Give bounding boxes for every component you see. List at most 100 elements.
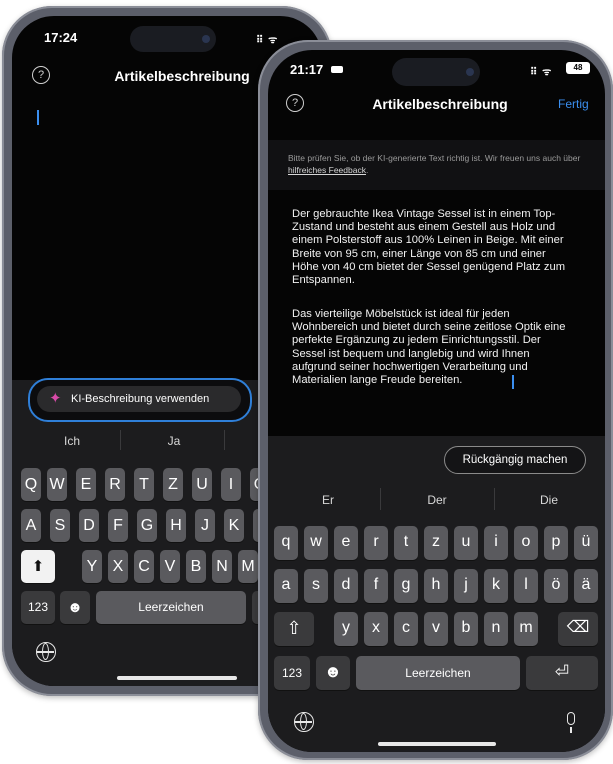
- key-ae[interactable]: ä: [574, 569, 598, 603]
- left-page-title: Artikelbeschreibung: [114, 68, 250, 84]
- key-i[interactable]: I: [221, 468, 241, 501]
- key-m[interactable]: M: [238, 550, 258, 583]
- key-a[interactable]: A: [21, 509, 41, 542]
- right-dynamic-island: [392, 58, 480, 86]
- key-d[interactable]: d: [334, 569, 358, 603]
- key-u[interactable]: u: [454, 526, 478, 560]
- key-x[interactable]: X: [108, 550, 128, 583]
- done-button[interactable]: Fertig: [558, 97, 589, 111]
- globe-icon[interactable]: [36, 642, 56, 662]
- sparkle-icon: ✦: [49, 390, 62, 407]
- key-h[interactable]: H: [166, 509, 186, 542]
- key-g[interactable]: g: [394, 569, 418, 603]
- space-key[interactable]: Leerzeichen: [96, 591, 246, 624]
- numbers-key[interactable]: 123: [274, 656, 310, 690]
- key-o[interactable]: o: [514, 526, 538, 560]
- key-b[interactable]: b: [454, 612, 478, 646]
- left-status-icons: ⠿ ᯤ: [256, 35, 279, 46]
- right-home-indicator: [378, 742, 496, 746]
- question-circle-icon[interactable]: ?: [286, 94, 304, 112]
- text-caret: [37, 110, 39, 125]
- key-c[interactable]: C: [134, 550, 154, 583]
- shift-key[interactable]: ⬆: [21, 550, 55, 583]
- text-caret: [512, 375, 514, 389]
- suggestion-der[interactable]: Der: [392, 493, 482, 507]
- key-y[interactable]: Y: [82, 550, 102, 583]
- notice-end: .: [365, 165, 369, 175]
- key-l[interactable]: l: [514, 569, 538, 603]
- key-x[interactable]: x: [364, 612, 388, 646]
- left-home-indicator: [117, 676, 237, 680]
- suggestion-ja[interactable]: Ja: [132, 434, 216, 448]
- left-status-time: 17:24: [44, 30, 78, 45]
- key-v[interactable]: V: [160, 550, 180, 583]
- key-c[interactable]: c: [394, 612, 418, 646]
- microphone-icon[interactable]: [566, 712, 576, 734]
- suggestion-die[interactable]: Die: [504, 493, 594, 507]
- right-status-icons: ⠿ ᯤ: [530, 67, 553, 78]
- emoji-key[interactable]: ☻: [60, 591, 90, 624]
- undo-button[interactable]: Rückgängig machen: [444, 446, 586, 474]
- key-h[interactable]: h: [424, 569, 448, 603]
- key-y[interactable]: y: [334, 612, 358, 646]
- key-w[interactable]: w: [304, 526, 328, 560]
- key-u[interactable]: U: [192, 468, 212, 501]
- description-paragraph-2[interactable]: Das vierteilige Möbelstück ist ideal für…: [292, 308, 574, 387]
- key-f[interactable]: f: [364, 569, 388, 603]
- key-z[interactable]: Z: [163, 468, 183, 501]
- left-dynamic-island: [130, 26, 216, 52]
- globe-icon[interactable]: [294, 712, 314, 732]
- shift-key[interactable]: ⇧: [274, 612, 314, 646]
- space-key[interactable]: Leerzeichen: [356, 656, 520, 690]
- suggestion-ich[interactable]: Ich: [32, 434, 112, 448]
- key-f[interactable]: F: [108, 509, 128, 542]
- key-k[interactable]: K: [224, 509, 244, 542]
- key-d[interactable]: D: [79, 509, 99, 542]
- key-s[interactable]: S: [50, 509, 70, 542]
- key-ue[interactable]: ü: [574, 526, 598, 560]
- numbers-key[interactable]: 123: [21, 591, 55, 624]
- description-paragraph-1[interactable]: Der gebrauchte Ikea Vintage Sessel ist i…: [292, 208, 574, 287]
- suggestion-divider: [224, 430, 225, 450]
- key-t[interactable]: T: [134, 468, 154, 501]
- battery-icon: 48: [566, 62, 590, 74]
- key-i[interactable]: i: [484, 526, 508, 560]
- ai-description-highlight: ✦ KI-Beschreibung verwenden: [28, 378, 252, 422]
- key-r[interactable]: r: [364, 526, 388, 560]
- key-a[interactable]: a: [274, 569, 298, 603]
- suggestion-divider: [120, 430, 121, 450]
- notice-text: Bitte prüfen Sie, ob der KI-generierte T…: [288, 153, 581, 163]
- key-p[interactable]: p: [544, 526, 568, 560]
- key-k[interactable]: k: [484, 569, 508, 603]
- key-n[interactable]: N: [212, 550, 232, 583]
- key-z[interactable]: z: [424, 526, 448, 560]
- key-j[interactable]: j: [454, 569, 478, 603]
- ai-notice-text: Bitte prüfen Sie, ob der KI-generierte T…: [288, 152, 588, 176]
- key-oe[interactable]: ö: [544, 569, 568, 603]
- key-m[interactable]: m: [514, 612, 538, 646]
- key-q[interactable]: Q: [21, 468, 41, 501]
- key-t[interactable]: t: [394, 526, 418, 560]
- key-n[interactable]: n: [484, 612, 508, 646]
- key-v[interactable]: v: [424, 612, 448, 646]
- key-j[interactable]: J: [195, 509, 215, 542]
- key-e[interactable]: e: [334, 526, 358, 560]
- ai-description-button[interactable]: ✦ KI-Beschreibung verwenden: [37, 386, 241, 412]
- right-status-time: 21:17: [290, 62, 324, 77]
- right-page-title: Artikelbeschreibung: [372, 96, 508, 112]
- key-b[interactable]: B: [186, 550, 206, 583]
- suggestion-divider: [494, 488, 495, 510]
- backspace-key[interactable]: ⌫: [558, 612, 598, 646]
- question-circle-icon[interactable]: ?: [32, 66, 50, 84]
- ai-description-label: KI-Beschreibung verwenden: [71, 393, 210, 405]
- key-g[interactable]: G: [137, 509, 157, 542]
- key-e[interactable]: E: [76, 468, 96, 501]
- suggestion-er[interactable]: Er: [288, 493, 368, 507]
- return-key[interactable]: ⏎: [526, 656, 598, 690]
- key-q[interactable]: q: [274, 526, 298, 560]
- feedback-link[interactable]: hilfreiches Feedback: [288, 165, 366, 175]
- key-w[interactable]: W: [47, 468, 67, 501]
- key-s[interactable]: s: [304, 569, 328, 603]
- emoji-key[interactable]: ☻: [316, 656, 350, 690]
- key-r[interactable]: R: [105, 468, 125, 501]
